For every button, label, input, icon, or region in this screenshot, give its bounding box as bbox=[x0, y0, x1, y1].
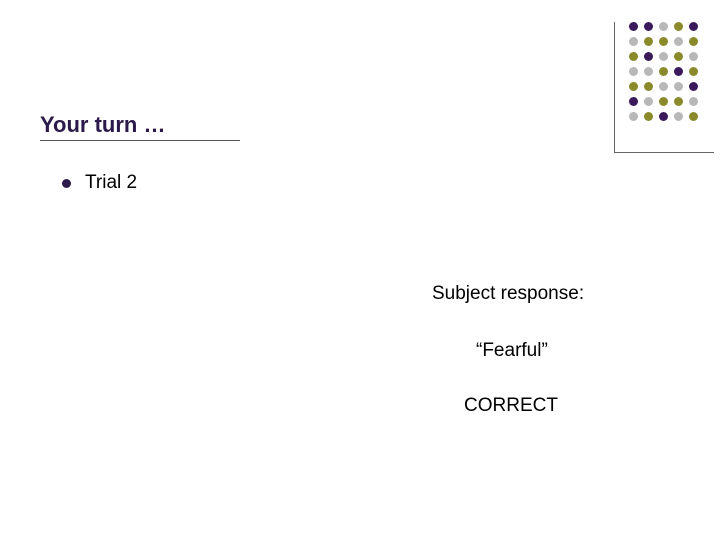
deco-horizontal-line bbox=[614, 152, 714, 153]
deco-dot bbox=[629, 112, 638, 121]
deco-dot bbox=[689, 37, 698, 46]
response-label: Subject response: bbox=[432, 283, 584, 305]
deco-dot bbox=[689, 112, 698, 121]
deco-dot bbox=[659, 97, 668, 106]
deco-dot bbox=[644, 22, 653, 31]
deco-dot bbox=[629, 37, 638, 46]
deco-dot bbox=[689, 52, 698, 61]
bullet-text: Trial 2 bbox=[85, 172, 137, 194]
deco-dot bbox=[674, 52, 683, 61]
deco-dot bbox=[644, 52, 653, 61]
response-value: “Fearful” bbox=[476, 340, 548, 362]
slide-title: Your turn … bbox=[40, 112, 165, 138]
deco-dot bbox=[644, 97, 653, 106]
deco-dot bbox=[689, 22, 698, 31]
deco-dot bbox=[659, 52, 668, 61]
deco-dot bbox=[674, 97, 683, 106]
deco-dot bbox=[659, 82, 668, 91]
deco-dot bbox=[659, 112, 668, 121]
deco-dot bbox=[629, 67, 638, 76]
slide: Your turn … Trial 2 Subject response: “F… bbox=[0, 0, 720, 540]
deco-dot bbox=[659, 67, 668, 76]
deco-dot bbox=[659, 22, 668, 31]
deco-dot bbox=[659, 37, 668, 46]
deco-dot bbox=[629, 22, 638, 31]
deco-dot bbox=[644, 112, 653, 121]
deco-dot bbox=[674, 112, 683, 121]
title-underline bbox=[40, 140, 240, 141]
deco-dot bbox=[674, 67, 683, 76]
deco-dot bbox=[644, 37, 653, 46]
deco-dot bbox=[674, 37, 683, 46]
dot-grid bbox=[629, 22, 698, 121]
bullet-dot-icon bbox=[62, 179, 71, 188]
response-status: CORRECT bbox=[464, 395, 558, 417]
corner-decoration bbox=[629, 22, 698, 127]
deco-dot bbox=[629, 97, 638, 106]
deco-dot bbox=[674, 82, 683, 91]
deco-dot bbox=[629, 82, 638, 91]
deco-dot bbox=[689, 67, 698, 76]
bullet-item: Trial 2 bbox=[62, 172, 137, 194]
deco-dot bbox=[644, 67, 653, 76]
deco-dot bbox=[629, 52, 638, 61]
deco-dot bbox=[689, 97, 698, 106]
deco-dot bbox=[644, 82, 653, 91]
deco-dot bbox=[674, 22, 683, 31]
deco-vertical-line bbox=[614, 22, 615, 152]
deco-dot bbox=[689, 82, 698, 91]
